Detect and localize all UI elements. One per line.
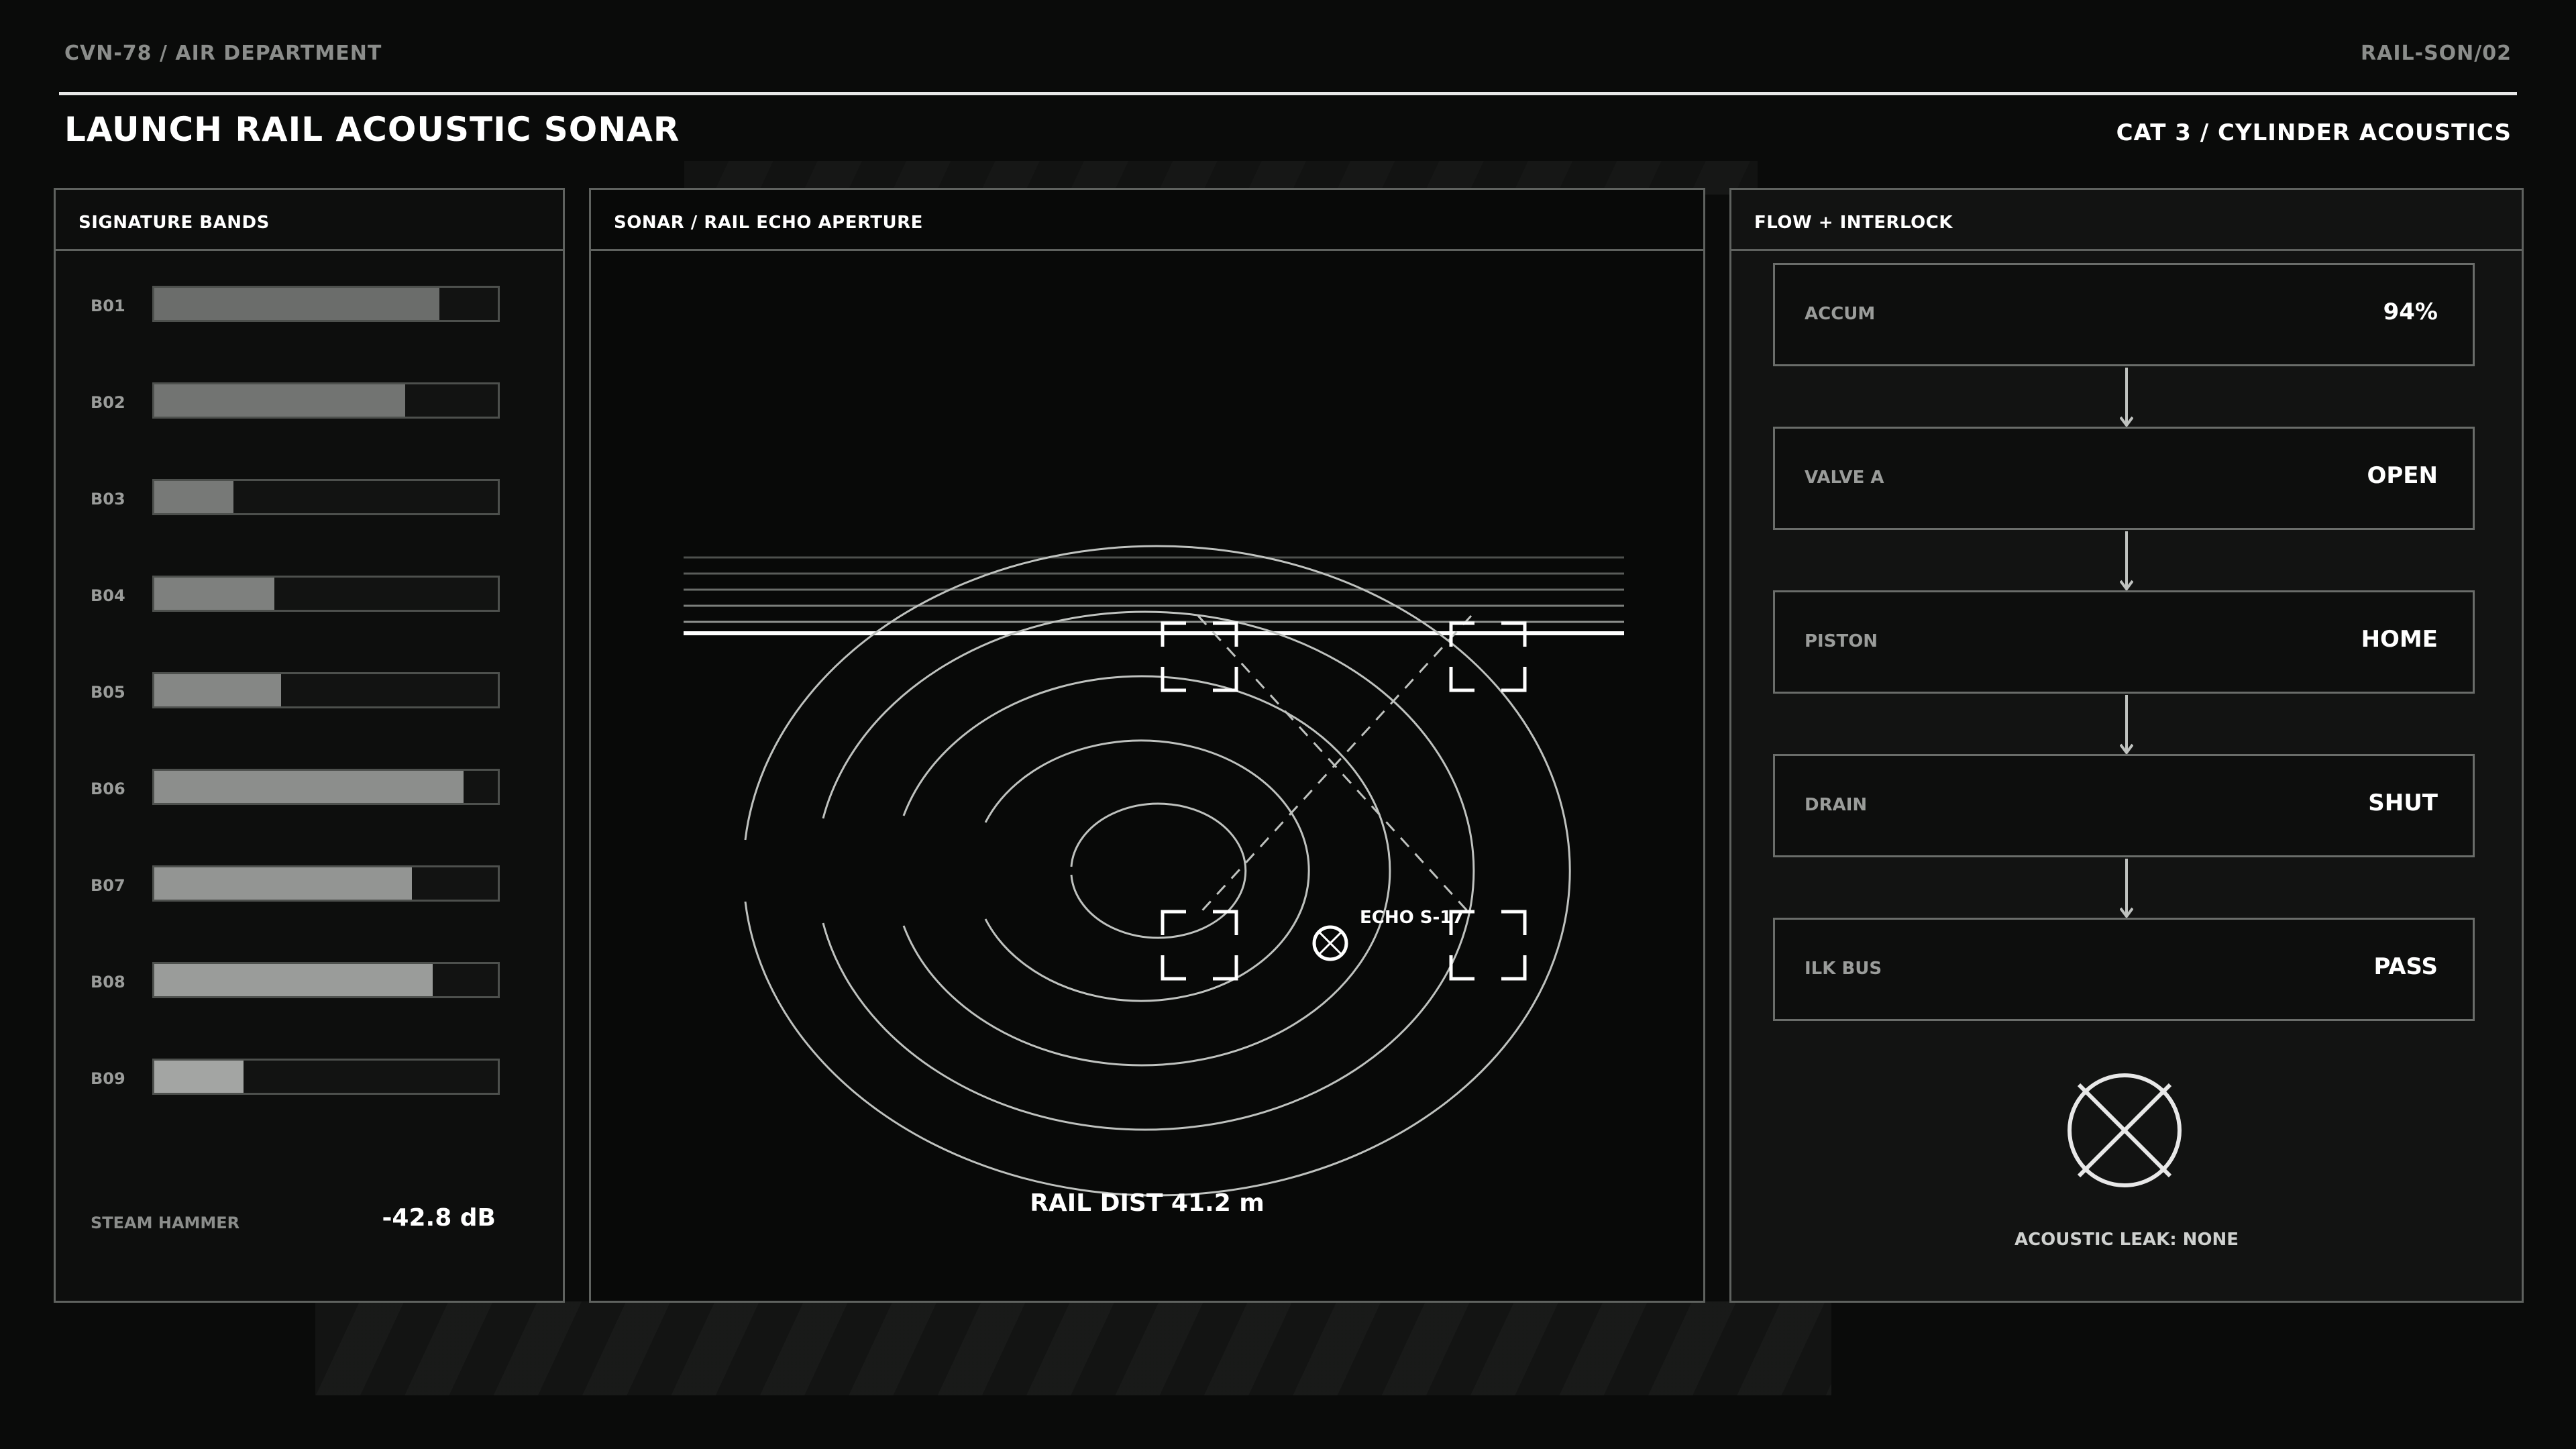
signature-bands-panel: SIGNATURE BANDS B01 B02 B03 B04 B05 B06 … [54,188,565,1303]
flow-arrow-icon [2120,859,2133,919]
band-track [152,479,500,515]
sonar-ring [902,675,1391,1067]
background-stripes [315,1301,1831,1395]
page-subtitle: CAT 3 / CYLINDER ACOUSTICS [2116,119,2512,146]
band-row-b05: B05 [91,672,506,708]
sonar-rings [744,545,1571,1197]
flow-step-piston[interactable]: PISTON HOME [1773,590,2475,694]
flow-step-label: ILK BUS [1805,959,1882,979]
band-fill [154,384,405,417]
band-label: B03 [91,490,125,508]
band-row-b08: B08 [91,962,506,998]
flow-step-ilk-bus[interactable]: ILK BUS PASS [1773,918,2475,1021]
band-fill [154,1061,244,1093]
acoustic-leak-status: ACOUSTIC LEAK: NONE [2014,1230,2239,1250]
sonar-ring [1070,802,1247,939]
flow-arrow-icon [2120,531,2133,592]
rail-lines [684,556,1624,635]
flow-step-value: SHUT [2368,790,2438,816]
band-label: B02 [91,393,125,412]
band-label: B04 [91,586,125,605]
band-track [152,576,500,612]
band-label: B06 [91,780,125,798]
target-bracket [1161,910,1238,981]
target-bracket-corners [1161,621,1527,981]
panel-title: SONAR / RAIL ECHO APERTURE [614,213,923,233]
flow-step-value: HOME [2361,626,2438,653]
flow-interlock-panel: FLOW + INTERLOCK ACCUM 94% VALVE A OPEN … [1729,188,2524,1303]
band-label: B01 [91,297,125,315]
band-fill [154,288,439,320]
band-row-b07: B07 [91,865,506,902]
band-track [152,1059,500,1095]
band-row-b04: B04 [91,576,506,612]
breadcrumb: CVN-78 / AIR DEPARTMENT [64,42,382,65]
sonar-ring [984,739,1310,1002]
band-row-b02: B02 [91,382,506,419]
panel-title: SIGNATURE BANDS [78,213,270,233]
steam-hammer-value: -42.8 dB [382,1204,496,1232]
flow-step-value: PASS [2373,953,2438,980]
flow-arrow-icon [2120,368,2133,428]
band-row-b06: B06 [91,769,506,805]
steam-hammer-label: STEAM HAMMER [91,1214,240,1232]
band-label: B05 [91,683,125,702]
flow-step-label: VALVE A [1805,468,1884,488]
flow-step-label: PISTON [1805,631,1878,651]
band-fill [154,867,412,900]
flow-step-valve-a[interactable]: VALVE A OPEN [1773,427,2475,530]
band-row-b01: B01 [91,286,506,322]
flow-step-accum[interactable]: ACCUM 94% [1773,263,2475,366]
echo-label: ECHO S-17 [1360,908,1464,928]
flow-step-value: 94% [2383,299,2438,325]
panel-title: FLOW + INTERLOCK [1754,213,1953,233]
flow-arrow-icon [2120,695,2133,755]
sonar-panel: SONAR / RAIL ECHO APERTURE ECHO S-17 RAI… [589,188,1705,1303]
flow-step-label: DRAIN [1805,795,1868,815]
sonar-display: ECHO S-17 [684,545,1624,1197]
panel-header: SONAR / RAIL ECHO APERTURE [591,190,1703,251]
rail-distance-readout: RAIL DIST 41.2 m [1030,1189,1265,1217]
page-title: LAUNCH RAIL ACOUSTIC SONAR [64,110,680,149]
header-divider [59,92,2517,95]
band-track [152,382,500,419]
band-track [152,962,500,998]
band-track [152,672,500,708]
echo-marker[interactable] [1312,925,1348,961]
flow-step-label: ACCUM [1805,304,1876,324]
band-fill [154,771,464,803]
band-track [152,865,500,902]
band-fill [154,964,433,996]
band-label: B09 [91,1069,125,1088]
band-fill [154,674,282,706]
panel-header: FLOW + INTERLOCK [1731,190,2522,251]
sonar-ring [822,610,1475,1131]
band-row-b03: B03 [91,479,506,515]
flow-step-drain[interactable]: DRAIN SHUT [1773,754,2475,857]
x-circle-icon [2068,1073,2182,1187]
sonar-ring [744,545,1571,1197]
band-track [152,286,500,322]
band-label: B07 [91,876,125,895]
band-track [152,769,500,805]
band-row-b09: B09 [91,1059,506,1095]
band-fill [154,578,275,610]
flow-step-value: OPEN [2367,462,2438,489]
band-fill [154,481,233,513]
panel-header: SIGNATURE BANDS [56,190,563,251]
screen-code: RAIL-SON/02 [2361,42,2512,65]
band-label: B08 [91,973,125,991]
